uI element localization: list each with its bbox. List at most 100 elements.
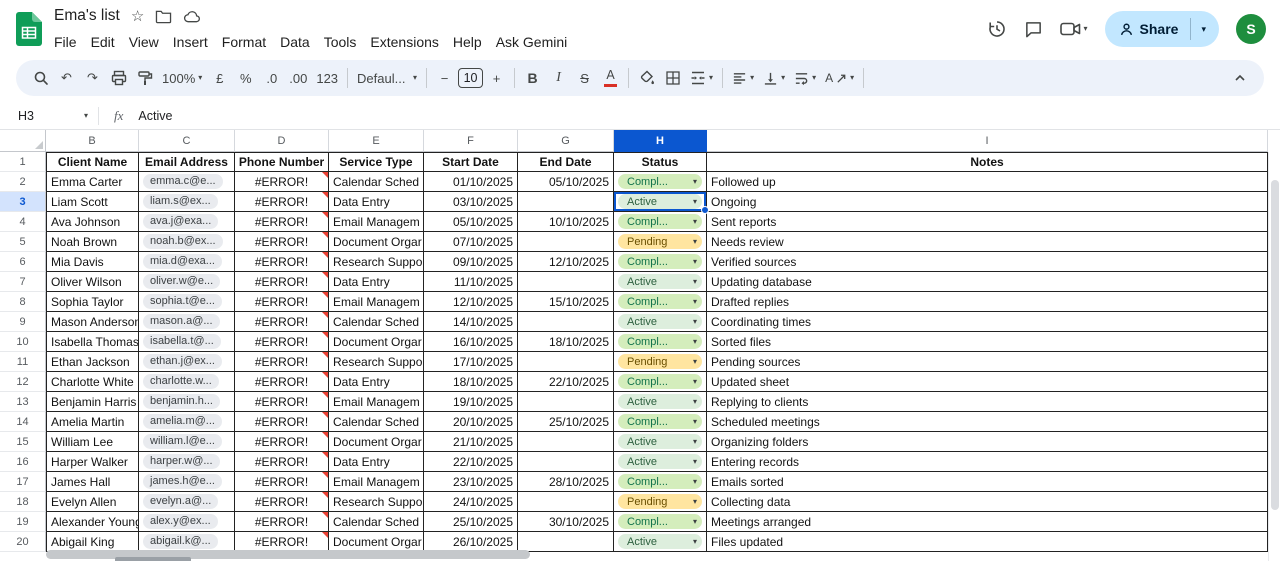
cell-B9[interactable]: Mason Anderson	[46, 312, 139, 332]
increase-decimal-button[interactable]: .00	[285, 65, 311, 91]
column-header-I[interactable]: I	[707, 130, 1268, 152]
cell-C8[interactable]: sophia.t@e...	[139, 292, 235, 312]
row-header-2[interactable]: 2	[0, 172, 46, 192]
cell-I18[interactable]: Collecting data	[707, 492, 1268, 512]
row-header-1[interactable]: 1	[0, 152, 46, 172]
cell-E9[interactable]: Calendar Sched	[329, 312, 424, 332]
comments-icon[interactable]	[1024, 20, 1043, 39]
cell-B15[interactable]: William Lee	[46, 432, 139, 452]
cell-F14[interactable]: 20/10/2025	[424, 412, 518, 432]
email-smart-chip[interactable]: alex.y@ex...	[143, 514, 218, 529]
cell-H7[interactable]: Active ▾	[614, 272, 707, 292]
email-smart-chip[interactable]: charlotte.w...	[143, 374, 219, 389]
cell-G17[interactable]: 28/10/2025	[518, 472, 614, 492]
cell-I14[interactable]: Scheduled meetings	[707, 412, 1268, 432]
cell-C10[interactable]: isabella.t@...	[139, 332, 235, 352]
email-smart-chip[interactable]: isabella.t@...	[143, 334, 221, 349]
row-header-4[interactable]: 4	[0, 212, 46, 232]
cell-E4[interactable]: Email Managem	[329, 212, 424, 232]
row-header-17[interactable]: 17	[0, 472, 46, 492]
cell-C19[interactable]: alex.y@ex...	[139, 512, 235, 532]
cell-E6[interactable]: Research Suppo	[329, 252, 424, 272]
row-header-15[interactable]: 15	[0, 432, 46, 452]
cell-F7[interactable]: 11/10/2025	[424, 272, 518, 292]
account-avatar[interactable]: S	[1236, 14, 1266, 44]
cell-C9[interactable]: mason.a@...	[139, 312, 235, 332]
menu-file[interactable]: File	[47, 32, 84, 52]
cell-C17[interactable]: james.h@e...	[139, 472, 235, 492]
name-box[interactable]: H3 ▾	[10, 109, 98, 123]
cell-D4[interactable]: #ERROR!	[235, 212, 329, 232]
cell-E10[interactable]: Document Orgar	[329, 332, 424, 352]
cell-I5[interactable]: Needs review	[707, 232, 1268, 252]
cell-F20[interactable]: 26/10/2025	[424, 532, 518, 552]
email-smart-chip[interactable]: mason.a@...	[143, 314, 220, 329]
cell-G8[interactable]: 15/10/2025	[518, 292, 614, 312]
cell-H3[interactable]: Active ▾	[614, 192, 709, 214]
cell-I12[interactable]: Updated sheet	[707, 372, 1268, 392]
menu-insert[interactable]: Insert	[166, 32, 215, 52]
move-folder-icon[interactable]	[155, 9, 172, 24]
email-smart-chip[interactable]: liam.s@ex...	[143, 194, 218, 209]
cell-B14[interactable]: Amelia Martin	[46, 412, 139, 432]
cell-I9[interactable]: Coordinating times	[707, 312, 1268, 332]
status-dropdown-chip[interactable]: Active ▾	[618, 394, 702, 409]
cell-G15[interactable]	[518, 432, 614, 452]
header-cell-start-date[interactable]: Start Date	[424, 152, 518, 172]
print-button[interactable]	[106, 65, 131, 91]
cell-C4[interactable]: ava.j@exa...	[139, 212, 235, 232]
cell-H9[interactable]: Active ▾	[614, 312, 707, 332]
cell-I8[interactable]: Drafted replies	[707, 292, 1268, 312]
email-smart-chip[interactable]: noah.b@ex...	[143, 234, 223, 249]
email-smart-chip[interactable]: ava.j@exa...	[143, 214, 219, 229]
cell-D16[interactable]: #ERROR!	[235, 452, 329, 472]
cell-D14[interactable]: #ERROR!	[235, 412, 329, 432]
cell-C18[interactable]: evelyn.a@...	[139, 492, 235, 512]
share-dropdown-button[interactable]: ▾	[1196, 24, 1211, 35]
row-header-19[interactable]: 19	[0, 512, 46, 532]
status-dropdown-chip[interactable]: Active ▾	[618, 314, 702, 329]
cell-E3[interactable]: Data Entry	[329, 192, 424, 212]
cell-C12[interactable]: charlotte.w...	[139, 372, 235, 392]
menu-extensions[interactable]: Extensions	[363, 32, 445, 52]
email-smart-chip[interactable]: oliver.w@e...	[143, 274, 221, 289]
vertical-align-button[interactable]: ▾	[759, 65, 789, 91]
header-cell-notes[interactable]: Notes	[707, 152, 1268, 172]
email-smart-chip[interactable]: amelia.m@...	[143, 414, 222, 429]
cell-I7[interactable]: Updating database	[707, 272, 1268, 292]
menu-data[interactable]: Data	[273, 32, 317, 52]
version-history-icon[interactable]	[987, 19, 1007, 39]
redo-button[interactable]: ↷	[80, 65, 105, 91]
cell-D19[interactable]: #ERROR!	[235, 512, 329, 532]
status-dropdown-chip[interactable]: Active ▾	[618, 454, 702, 469]
cell-D15[interactable]: #ERROR!	[235, 432, 329, 452]
cell-F18[interactable]: 24/10/2025	[424, 492, 518, 512]
cell-B18[interactable]: Evelyn Allen	[46, 492, 139, 512]
email-smart-chip[interactable]: benjamin.h...	[143, 394, 220, 409]
font-select[interactable]: Defaul... ▾	[353, 65, 421, 91]
cell-G5[interactable]	[518, 232, 614, 252]
column-header-B[interactable]: B	[46, 130, 139, 152]
column-header-D[interactable]: D	[235, 130, 329, 152]
column-header-H[interactable]: H	[614, 130, 707, 152]
cell-I17[interactable]: Emails sorted	[707, 472, 1268, 492]
cell-B19[interactable]: Alexander Young	[46, 512, 139, 532]
text-wrap-button[interactable]: ▾	[790, 65, 820, 91]
cell-F15[interactable]: 21/10/2025	[424, 432, 518, 452]
cell-H5[interactable]: Pending ▾	[614, 232, 707, 252]
cell-H11[interactable]: Pending ▾	[614, 352, 707, 372]
cell-G11[interactable]	[518, 352, 614, 372]
cell-G4[interactable]: 10/10/2025	[518, 212, 614, 232]
increase-font-size-button[interactable]: +	[484, 65, 509, 91]
cell-D11[interactable]: #ERROR!	[235, 352, 329, 372]
decrease-decimal-button[interactable]: .0	[259, 65, 284, 91]
cell-H2[interactable]: Compl... ▾	[614, 172, 707, 192]
column-header-C[interactable]: C	[139, 130, 235, 152]
cell-E15[interactable]: Document Orgar	[329, 432, 424, 452]
cell-B13[interactable]: Benjamin Harris	[46, 392, 139, 412]
cell-C6[interactable]: mia.d@exa...	[139, 252, 235, 272]
cell-H17[interactable]: Compl... ▾	[614, 472, 707, 492]
header-cell-status[interactable]: Status	[614, 152, 707, 172]
cell-G14[interactable]: 25/10/2025	[518, 412, 614, 432]
cell-I10[interactable]: Sorted files	[707, 332, 1268, 352]
